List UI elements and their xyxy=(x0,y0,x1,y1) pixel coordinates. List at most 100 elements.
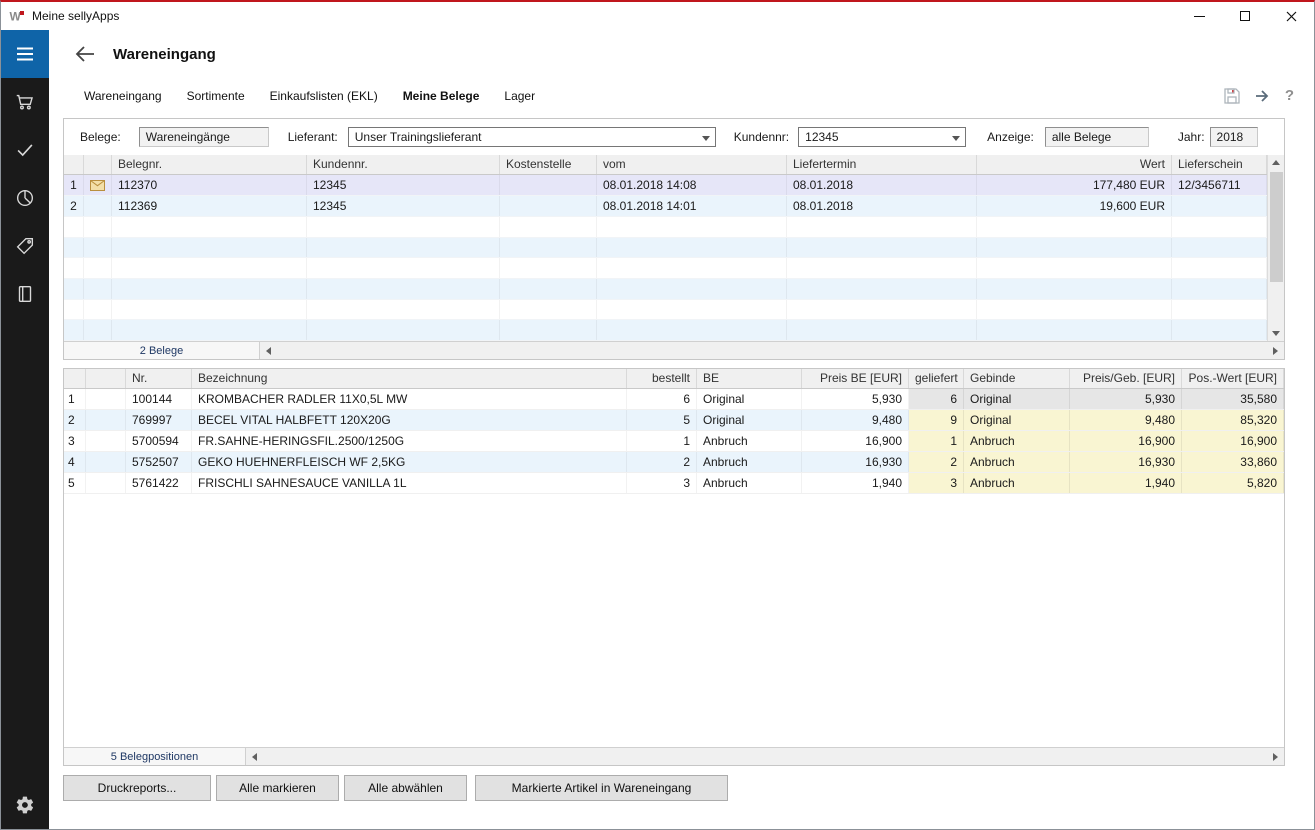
kundennr-dropdown[interactable]: 12345 xyxy=(798,127,966,147)
col-kostenstelle[interactable]: Kostenstelle xyxy=(500,155,597,174)
belege-field[interactable]: Wareneingänge xyxy=(139,127,269,147)
minimize-icon xyxy=(1194,16,1205,17)
maximize-button[interactable] xyxy=(1222,2,1268,30)
position-row[interactable]: 4 5752507 GEKO HUEHNERFLEISCH WF 2,5KG 2… xyxy=(64,452,1284,473)
positionen-table-header: Nr. Bezeichnung bestellt BE Preis BE [EU… xyxy=(64,369,1284,389)
empty-row xyxy=(64,300,1267,321)
position-row[interactable]: 1 100144 KROMBACHER RADLER 11X0,5L MW 6 … xyxy=(64,389,1284,410)
cell-bezeichnung: FRISCHLI SAHNESAUCE VANILLA 1L xyxy=(192,473,627,493)
scroll-up-icon[interactable] xyxy=(1268,155,1285,170)
check-icon xyxy=(14,139,36,161)
scroll-down-icon[interactable] xyxy=(1268,326,1285,341)
cell-preis-be: 9,480 xyxy=(802,410,909,430)
minimize-button[interactable] xyxy=(1176,2,1222,30)
col-nr[interactable]: Nr. xyxy=(126,369,192,388)
col-bestellt[interactable]: bestellt xyxy=(627,369,697,388)
cell-preis-be: 16,930 xyxy=(802,452,909,472)
belege-count: 2 Belege xyxy=(64,342,260,359)
page-header: Wareneingang xyxy=(49,30,1314,78)
sidebar-item-tasks[interactable] xyxy=(1,126,49,174)
horizontal-scrollbar[interactable] xyxy=(246,748,1284,765)
col-liefertermin[interactable]: Liefertermin xyxy=(787,155,977,174)
gear-icon xyxy=(15,795,35,815)
col-lieferschein[interactable]: Lieferschein xyxy=(1172,155,1267,174)
cell-gebinde: Original xyxy=(964,410,1070,430)
cell-pos-wert: 35,580 xyxy=(1182,389,1284,409)
anzeige-field[interactable]: alle Belege xyxy=(1045,127,1149,147)
col-bezeichnung[interactable]: Bezeichnung xyxy=(192,369,627,388)
position-row[interactable]: 3 5700594 FR.SAHNE-HERINGSFIL.2500/1250G… xyxy=(64,431,1284,452)
tag-icon xyxy=(14,235,36,257)
scroll-left-icon[interactable] xyxy=(246,748,263,766)
jahr-field[interactable]: 2018 xyxy=(1210,127,1258,147)
app-logo-icon: W xyxy=(9,8,25,24)
horizontal-scrollbar[interactable] xyxy=(260,342,1284,359)
cell-preis-geb: 5,930 xyxy=(1070,389,1182,409)
scroll-right-icon[interactable] xyxy=(1267,342,1284,360)
col-vom[interactable]: vom xyxy=(597,155,787,174)
book-icon xyxy=(14,283,36,305)
druckreports-button[interactable]: Druckreports... xyxy=(63,775,211,801)
cell-liefertermin: 08.01.2018 xyxy=(787,175,977,195)
col-preis-be[interactable]: Preis BE [EUR] xyxy=(802,369,909,388)
scroll-right-icon[interactable] xyxy=(1267,748,1284,766)
cell-bezeichnung: FR.SAHNE-HERINGSFIL.2500/1250G xyxy=(192,431,627,451)
tab-meine-belege[interactable]: Meine Belege xyxy=(403,89,480,103)
tab-lager[interactable]: Lager xyxy=(504,89,535,103)
col-geliefert[interactable]: geliefert xyxy=(909,369,964,388)
empty-row xyxy=(64,217,1267,238)
cell-bestellt: 5 xyxy=(627,410,697,430)
table-empty-area xyxy=(64,494,1284,747)
col-gebinde[interactable]: Gebinde xyxy=(964,369,1070,388)
positionen-count: 5 Belegpositionen xyxy=(64,748,246,765)
markierte-artikel-button[interactable]: Markierte Artikel in Wareneingang xyxy=(475,775,728,801)
cell-kundennr: 12345 xyxy=(307,175,500,195)
sidebar-item-cart[interactable] xyxy=(1,78,49,126)
scrollbar-thumb[interactable] xyxy=(1270,172,1283,282)
sidebar-item-settings[interactable] xyxy=(1,781,49,829)
cell-geliefert: 3 xyxy=(909,473,964,493)
save-icon[interactable] xyxy=(1223,87,1241,105)
beleg-row[interactable]: 1 112370 12345 08.01.2018 14:08 08.01.20… xyxy=(64,175,1267,196)
cell-kostenstelle xyxy=(500,175,597,195)
sidebar-item-menu[interactable] xyxy=(1,30,49,78)
sidebar-item-prices[interactable] xyxy=(1,222,49,270)
position-row[interactable]: 2 769997 BECEL VITAL HALBFETT 120X20G 5 … xyxy=(64,410,1284,431)
alle-abwaehlen-button[interactable]: Alle abwählen xyxy=(344,775,467,801)
alle-markieren-button[interactable]: Alle markieren xyxy=(216,775,339,801)
cell-gebinde: Anbruch xyxy=(964,452,1070,472)
cell-kostenstelle xyxy=(500,196,597,216)
tab-einkaufslisten[interactable]: Einkaufslisten (EKL) xyxy=(270,89,378,103)
cell-preis-geb: 16,900 xyxy=(1070,431,1182,451)
sidebar-item-statistics[interactable] xyxy=(1,174,49,222)
col-be[interactable]: BE xyxy=(697,369,802,388)
lieferant-dropdown[interactable]: Unser Trainingslieferant xyxy=(348,127,716,147)
position-row[interactable]: 5 5761422 FRISCHLI SAHNESAUCE VANILLA 1L… xyxy=(64,473,1284,494)
cell-pos-wert: 33,860 xyxy=(1182,452,1284,472)
col-wert[interactable]: Wert xyxy=(977,155,1172,174)
cell-geliefert: 1 xyxy=(909,431,964,451)
col-kundennr[interactable]: Kundennr. xyxy=(307,155,500,174)
help-icon[interactable]: ? xyxy=(1285,87,1294,105)
cell-gebinde: Anbruch xyxy=(964,473,1070,493)
tab-sortimente[interactable]: Sortimente xyxy=(187,89,245,103)
sidebar-item-catalog[interactable] xyxy=(1,270,49,318)
beleg-row[interactable]: 2 112369 12345 08.01.2018 14:01 08.01.20… xyxy=(64,196,1267,217)
filter-row: Belege: Wareneingänge Lieferant: Unser T… xyxy=(64,119,1284,155)
belege-table-header: Belegnr. Kundennr. Kostenstelle vom Lief… xyxy=(64,155,1267,175)
tab-wareneingang[interactable]: Wareneingang xyxy=(84,89,162,103)
col-preis-geb[interactable]: Preis/Geb. [EUR] xyxy=(1070,369,1182,388)
col-pos-wert[interactable]: Pos.-Wert [EUR] xyxy=(1182,369,1284,388)
cell-bestellt: 6 xyxy=(627,389,697,409)
col-belegnr[interactable]: Belegnr. xyxy=(112,155,307,174)
close-button[interactable] xyxy=(1268,2,1314,30)
cell-vom: 08.01.2018 14:01 xyxy=(597,196,787,216)
back-button[interactable] xyxy=(71,40,99,68)
vertical-scrollbar[interactable] xyxy=(1267,155,1284,341)
cell-pos-wert: 16,900 xyxy=(1182,431,1284,451)
scroll-left-icon[interactable] xyxy=(260,342,277,360)
tabbar: Wareneingang Sortimente Einkaufslisten (… xyxy=(49,78,1314,114)
row-number: 4 xyxy=(64,452,86,472)
forward-arrow-icon[interactable] xyxy=(1254,88,1272,104)
row-number: 2 xyxy=(64,196,84,216)
